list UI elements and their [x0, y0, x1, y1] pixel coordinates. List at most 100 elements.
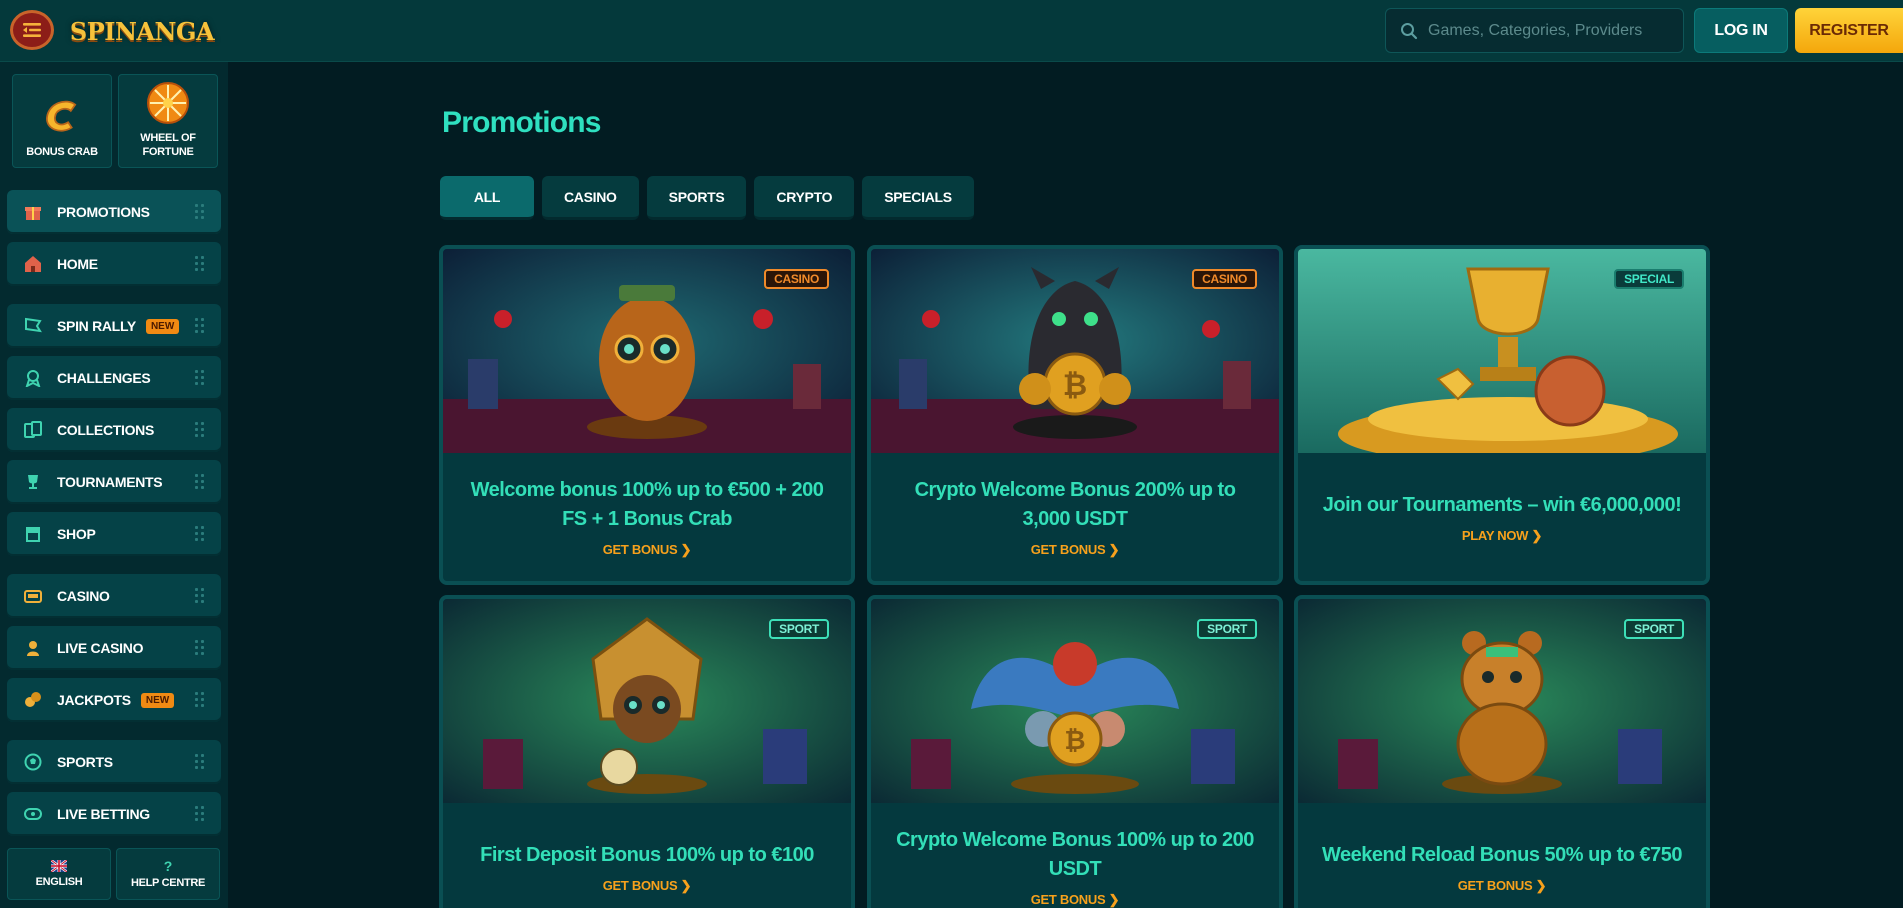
language-button[interactable]: ENGLISH: [7, 848, 111, 900]
play-now-link[interactable]: PLAY NOW ❯: [1462, 528, 1542, 544]
dealer-icon: [23, 638, 43, 658]
drag-handle-icon: [195, 318, 205, 334]
tab-all[interactable]: ALL: [440, 176, 534, 220]
promo-card[interactable]: ₿ SPORT Crypto Welcome Bonus 100% up to …: [867, 595, 1283, 908]
promo-title: Crypto Welcome Bonus 200% up to 3,000 US…: [914, 479, 1236, 530]
logo-text: SPINANGA: [69, 16, 215, 46]
drag-handle-icon: [195, 474, 205, 490]
category-tag: CASINO: [764, 269, 829, 289]
svg-text:₿: ₿: [1063, 368, 1087, 403]
search-bar[interactable]: [1385, 8, 1684, 53]
sidebar-item-label: SPIN RALLY: [57, 318, 136, 334]
sidebar-item-label: SPORTS: [57, 754, 113, 770]
get-bonus-link[interactable]: GET BONUS ❯: [1031, 542, 1120, 558]
sidebar-item-live-betting[interactable]: LIVE BETTING: [7, 792, 221, 836]
bonus-crab-link[interactable]: BONUS CRAB: [12, 74, 112, 168]
tab-crypto[interactable]: CRYPTO: [754, 176, 855, 220]
search-input[interactable]: [1428, 21, 1668, 40]
sidebar-item-shop[interactable]: SHOP: [7, 512, 221, 556]
sidebar-item-spin-rally[interactable]: SPIN RALLY NEW: [7, 304, 221, 348]
sidebar-item-label: CHALLENGES: [57, 370, 151, 386]
drag-handle-icon: [195, 806, 205, 822]
sidebar-item-sports[interactable]: SPORTS: [7, 740, 221, 784]
casino-icon: [23, 586, 43, 606]
svg-text:₿: ₿: [1064, 726, 1085, 756]
cta-label: GET BONUS: [1457, 877, 1533, 893]
sidebar-item-challenges[interactable]: CHALLENGES: [7, 356, 221, 400]
sidebar-item-label: CASINO: [57, 588, 110, 604]
sidebar-item-label: LIVE CASINO: [57, 640, 144, 656]
promo-card[interactable]: SPORT First Deposit Bonus 100% up to €10…: [439, 595, 855, 908]
sidebar-item-jackpots[interactable]: JACKPOTS NEW: [7, 678, 221, 722]
wheel-of-fortune-icon: [147, 82, 189, 124]
drag-handle-icon: [195, 370, 205, 386]
help-centre-button[interactable]: ? HELP CENTRE: [116, 848, 220, 900]
sidebar-item-casino[interactable]: CASINO: [7, 574, 221, 618]
category-tag: SPORT: [1624, 619, 1684, 639]
category-tag: CASINO: [1192, 269, 1257, 289]
chevron-right-icon: ❯: [1108, 542, 1120, 557]
drag-handle-icon: [195, 256, 205, 272]
promo-image: ₿ CASINO: [871, 249, 1279, 453]
promo-card[interactable]: SPORT Weekend Reload Bonus 50% up to €75…: [1294, 595, 1710, 908]
wheel-of-fortune-link[interactable]: WHEEL OF FORTUNE: [118, 74, 218, 168]
sidebar-item-tournaments[interactable]: TOURNAMENTS: [7, 460, 221, 504]
promo-card[interactable]: CASINO Welcome bonus 100% up to €500 + 2…: [439, 245, 855, 585]
drag-handle-icon: [195, 588, 205, 604]
get-bonus-link[interactable]: GET BONUS ❯: [603, 878, 692, 894]
sidebar-item-home[interactable]: HOME: [7, 242, 221, 286]
sidebar-item-promotions[interactable]: PROMOTIONS: [7, 190, 221, 234]
cta-label: GET BONUS: [1030, 542, 1106, 557]
tab-sports[interactable]: SPORTS: [646, 176, 747, 220]
uk-flag-icon: [51, 860, 67, 872]
page-title: Promotions: [442, 106, 601, 139]
sidebar: BONUS CRAB WHEEL OF FORTUNE PROMOTIONS H…: [0, 62, 228, 908]
race-flag-icon: [23, 316, 43, 336]
promo-image: SPORT: [443, 599, 851, 803]
soccer-ball-icon: [23, 752, 43, 772]
category-tag: SPORT: [769, 619, 829, 639]
sidebar-item-label: PROMOTIONS: [57, 204, 150, 220]
cta-label: PLAY NOW: [1461, 527, 1529, 543]
promotion-filter-tabs: ALL CASINO SPORTS CRYPTO SPECIALS: [440, 176, 974, 220]
coins-icon: [23, 690, 43, 710]
get-bonus-link[interactable]: GET BONUS ❯: [603, 542, 692, 558]
bonus-crab-icon: [46, 100, 77, 132]
register-button[interactable]: REGISTER: [1795, 8, 1903, 53]
drag-handle-icon: [195, 526, 205, 542]
sidebar-item-label: COLLECTIONS: [57, 422, 155, 438]
sidebar-item-live-casino[interactable]: LIVE CASINO: [7, 626, 221, 670]
tab-casino[interactable]: CASINO: [542, 176, 639, 220]
promo-image: SPECIAL: [1298, 249, 1706, 453]
category-tag: SPECIAL: [1614, 269, 1684, 289]
login-button[interactable]: LOG IN: [1694, 8, 1788, 53]
quick-link-label: WHEEL OF FORTUNE: [140, 132, 196, 158]
get-bonus-link[interactable]: GET BONUS ❯: [1458, 878, 1547, 894]
drag-handle-icon: [195, 754, 205, 770]
sidebar-item-collections[interactable]: COLLECTIONS: [7, 408, 221, 452]
home-icon: [23, 254, 43, 274]
tab-specials[interactable]: SPECIALS: [862, 176, 974, 220]
sidebar-item-label: SHOP: [57, 526, 96, 542]
promo-card[interactable]: ₿ CASINO Crypto Welcome Bonus 200% up to…: [867, 245, 1283, 585]
live-icon: [23, 804, 43, 824]
sidebar-item-label: TOURNAMENTS: [57, 474, 163, 490]
promo-image: ₿ SPORT: [871, 599, 1279, 803]
menu-toggle-button[interactable]: [10, 10, 54, 50]
get-bonus-link[interactable]: GET BONUS ❯: [1031, 892, 1120, 908]
promo-image: CASINO: [443, 249, 851, 453]
search-icon: [1401, 22, 1418, 39]
top-bar: SPINANGA LOG IN REGISTER: [0, 0, 1903, 62]
language-label: ENGLISH: [35, 876, 83, 888]
new-badge: NEW: [140, 692, 175, 708]
help-centre-label: HELP CENTRE: [130, 877, 206, 889]
trophy-icon: [23, 472, 43, 492]
promo-card[interactable]: SPECIAL Join our Tournaments – win €6,00…: [1294, 245, 1710, 585]
promo-title: Welcome bonus 100% up to €500 + 200 FS +…: [470, 479, 824, 530]
medal-icon: [23, 368, 43, 388]
drag-handle-icon: [195, 640, 205, 656]
logo[interactable]: SPINANGA: [70, 6, 215, 56]
cta-label: GET BONUS: [1030, 892, 1106, 907]
sidebar-item-label: JACKPOTS: [57, 692, 131, 708]
menu-icon: [23, 23, 41, 37]
